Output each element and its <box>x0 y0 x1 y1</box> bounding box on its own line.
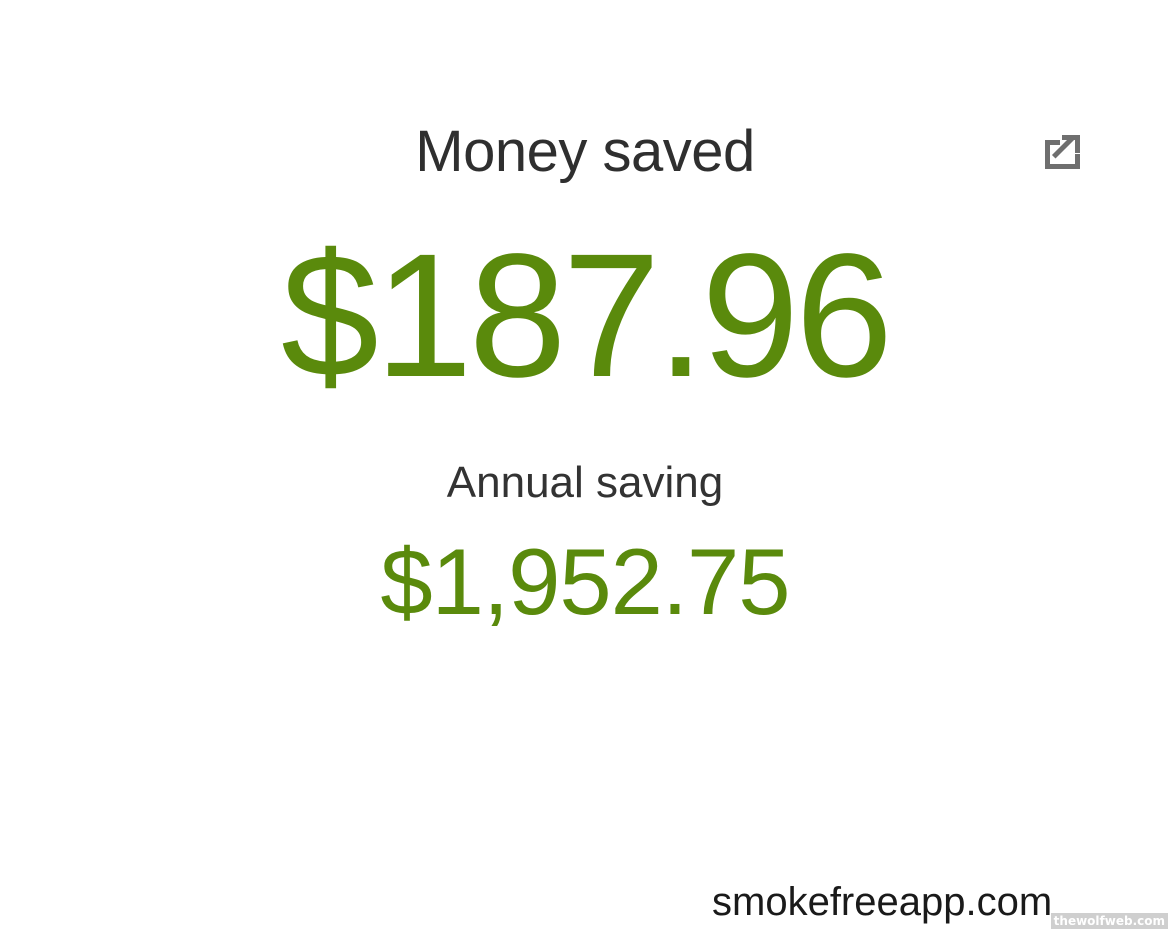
annual-saving-label: Annual saving <box>446 458 724 507</box>
annual-saving-amount: $1,952.75 <box>380 529 790 634</box>
share-button[interactable] <box>1040 130 1084 174</box>
site-url: smokefreeapp.com <box>712 880 1053 924</box>
money-saved-card: Money saved $187.96 Annual saving $1,952… <box>0 0 1170 930</box>
card-title: Money saved <box>415 119 755 184</box>
share-export-icon <box>1045 135 1080 169</box>
money-saved-amount: $187.96 <box>280 218 893 414</box>
watermark: thewolfweb.com <box>1050 913 1168 929</box>
